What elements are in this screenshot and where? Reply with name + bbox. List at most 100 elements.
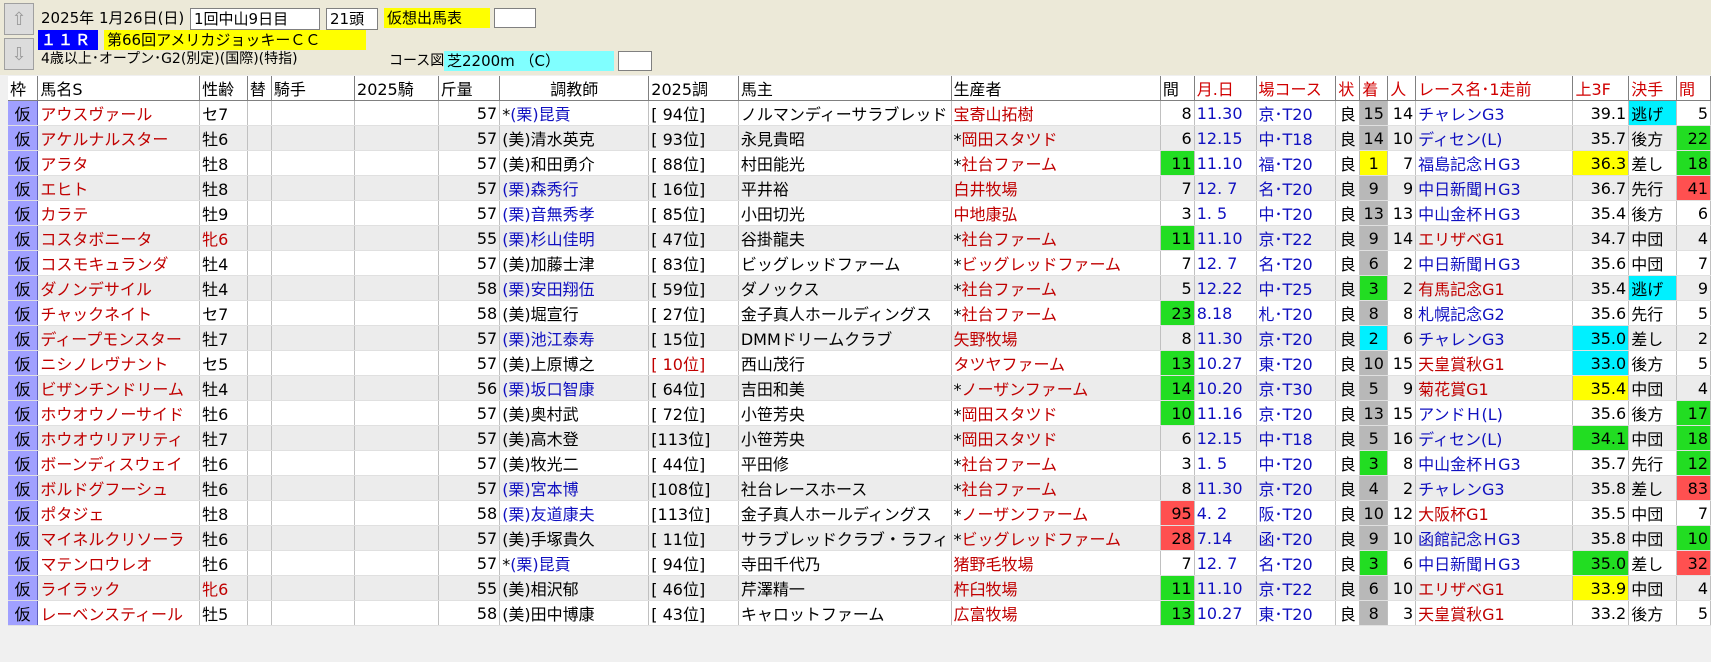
finish-position[interactable]: 6 — [1359, 575, 1389, 601]
owner[interactable]: 永見貴昭 — [738, 125, 952, 151]
waku-cell[interactable]: 仮 — [8, 375, 39, 401]
track-condition[interactable]: 良 — [1335, 275, 1361, 301]
last-3f[interactable]: 36.7 — [1572, 175, 1630, 201]
breeder[interactable]: 猪野毛牧場 — [951, 550, 1161, 576]
owner[interactable]: 谷掛龍夫 — [738, 225, 952, 251]
running-style[interactable]: 差し — [1628, 150, 1677, 176]
trainer[interactable]: (美)堀宣行 — [499, 300, 650, 326]
track-condition[interactable]: 良 — [1335, 225, 1361, 251]
trainer-rank[interactable]: [ 11位] — [648, 525, 739, 551]
weight[interactable]: 57 — [438, 325, 501, 351]
jockey[interactable] — [271, 400, 356, 426]
interval[interactable]: 11 — [1160, 575, 1195, 601]
trainer[interactable]: (美)高木登 — [499, 425, 650, 451]
weight[interactable]: 57 — [438, 550, 501, 576]
trainer-rank[interactable]: [ 83位] — [648, 250, 739, 276]
weight[interactable]: 57 — [438, 150, 501, 176]
trainer-rank[interactable]: [113位] — [648, 500, 739, 526]
prev-race-name[interactable]: 菊花賞G1 — [1415, 375, 1574, 401]
trainer[interactable]: (美)牧光二 — [499, 450, 650, 476]
track-condition[interactable]: 良 — [1335, 450, 1361, 476]
popularity[interactable]: 8 — [1387, 300, 1417, 326]
prev-date[interactable]: 12. 7 — [1194, 250, 1257, 276]
waku-cell[interactable]: 仮 — [8, 225, 39, 251]
prev-race-name[interactable]: ディセン(L) — [1415, 425, 1574, 451]
interval[interactable]: 10 — [1160, 400, 1195, 426]
finish-position[interactable]: 6 — [1359, 250, 1389, 276]
trainer[interactable]: (美)田中博康 — [499, 600, 650, 626]
horse-name[interactable]: コスタボニータ — [37, 225, 201, 251]
owner[interactable]: 小笹芳央 — [738, 400, 952, 426]
weight[interactable]: 55 — [438, 225, 501, 251]
column-header[interactable]: 性齢 — [199, 76, 248, 101]
owner[interactable]: 西山茂行 — [738, 350, 952, 376]
horse-name[interactable]: アラタ — [37, 150, 201, 176]
waku-cell[interactable]: 仮 — [8, 200, 39, 226]
table-row[interactable]: 仮コスモキュランダ 牡4 57 (美)加藤士津[ 83位] ビッグレッドファーム *ビッグ… — [8, 250, 1711, 276]
column-header[interactable]: 調教師 — [499, 76, 650, 101]
jockey[interactable] — [271, 300, 356, 326]
trainer-rank[interactable]: [ 46位] — [648, 575, 739, 601]
interval[interactable]: 7 — [1160, 250, 1195, 276]
horse-name[interactable]: アケルナルスター — [37, 125, 201, 151]
sex-age[interactable]: 牡7 — [199, 425, 248, 451]
prev-course[interactable]: 京･T20 — [1256, 400, 1337, 426]
trainer[interactable]: *(栗)昆貢 — [499, 100, 650, 126]
last-3f[interactable]: 35.5 — [1572, 500, 1630, 526]
interval-2[interactable]: 10 — [1676, 525, 1711, 551]
finish-position[interactable]: 10 — [1359, 500, 1389, 526]
finish-position[interactable]: 14 — [1359, 125, 1389, 151]
table-row[interactable]: 仮ホウオウリアリティ 牡7 57 (美)高木登 [113位] 小笹芳央 *岡田スタツド 6 12… — [8, 425, 1711, 451]
interval-2[interactable]: 5 — [1676, 350, 1711, 376]
interval[interactable]: 7 — [1160, 550, 1195, 576]
breeder[interactable]: *ノーザンファーム — [951, 500, 1161, 526]
waku-cell[interactable]: 仮 — [8, 150, 39, 176]
table-row[interactable]: 仮マイネルクリソーラ 牡6 57 (美)手塚貴久 [ 11位] サラブレッドクラブ・ラフィ… — [8, 525, 1711, 551]
trainer[interactable]: (栗)友道康夫 — [499, 500, 650, 526]
interval[interactable]: 8 — [1160, 475, 1195, 501]
prev-race-name[interactable]: アンドＨ(L) — [1415, 400, 1574, 426]
sex-age[interactable]: 牡6 — [199, 450, 248, 476]
interval-2[interactable]: 4 — [1676, 225, 1711, 251]
table-row[interactable]: 仮ダノンデサイル 牡4 58 (栗)安田翔伍 [ 59位] ダノックス *社台ファーム 5 12… — [8, 275, 1711, 301]
column-header[interactable]: レース名･1走前 — [1415, 76, 1574, 101]
breeder[interactable]: *社台ファーム — [951, 300, 1161, 326]
last-3f[interactable]: 33.0 — [1572, 350, 1630, 376]
prev-date[interactable]: 10.27 — [1194, 600, 1257, 626]
prev-course[interactable]: 阪･T20 — [1256, 500, 1337, 526]
arrow-down-icon[interactable]: ⇩ — [4, 38, 34, 70]
track-condition[interactable]: 良 — [1335, 150, 1361, 176]
table-row[interactable]: 仮ライラック 牝6 55 (美)相沢郁 [ 46位] 芹澤精一 杵臼牧場 11 11.10 京･T… — [8, 575, 1711, 601]
last-3f[interactable]: 35.8 — [1572, 525, 1630, 551]
waku-cell[interactable]: 仮 — [8, 175, 39, 201]
track-condition[interactable]: 良 — [1335, 200, 1361, 226]
trainer[interactable]: (美)相沢郁 — [499, 575, 650, 601]
interval-2[interactable]: 7 — [1676, 250, 1711, 276]
jockey[interactable] — [271, 350, 356, 376]
prev-race-name[interactable]: 中日新聞ＨG3 — [1415, 250, 1574, 276]
finish-position[interactable]: 13 — [1359, 200, 1389, 226]
trainer-rank[interactable]: [ 15位] — [648, 325, 739, 351]
prev-date[interactable]: 12.15 — [1194, 125, 1257, 151]
last-3f[interactable]: 35.6 — [1572, 400, 1630, 426]
interval[interactable]: 95 — [1160, 500, 1195, 526]
running-style[interactable]: 差し — [1628, 325, 1677, 351]
popularity[interactable]: 12 — [1387, 500, 1417, 526]
track-condition[interactable]: 良 — [1335, 125, 1361, 151]
column-header[interactable]: 月.日 — [1194, 76, 1257, 101]
prev-race-name[interactable]: 中山金杯ＨG3 — [1415, 450, 1574, 476]
popularity[interactable]: 2 — [1387, 250, 1417, 276]
trainer-rank[interactable]: [113位] — [648, 425, 739, 451]
last-3f[interactable]: 35.8 — [1572, 475, 1630, 501]
trainer-rank[interactable]: [ 44位] — [648, 450, 739, 476]
popularity[interactable]: 9 — [1387, 175, 1417, 201]
running-style[interactable]: 先行 — [1628, 450, 1677, 476]
owner[interactable]: 金子真人ホールディングス — [738, 300, 952, 326]
weight[interactable]: 57 — [438, 250, 501, 276]
prev-course[interactable]: 京･T22 — [1256, 575, 1337, 601]
popularity[interactable]: 10 — [1387, 525, 1417, 551]
last-3f[interactable]: 35.6 — [1572, 300, 1630, 326]
trainer-rank[interactable]: [ 72位] — [648, 400, 739, 426]
horse-name[interactable]: ビザンチンドリーム — [37, 375, 201, 401]
last-3f[interactable]: 36.3 — [1572, 150, 1630, 176]
